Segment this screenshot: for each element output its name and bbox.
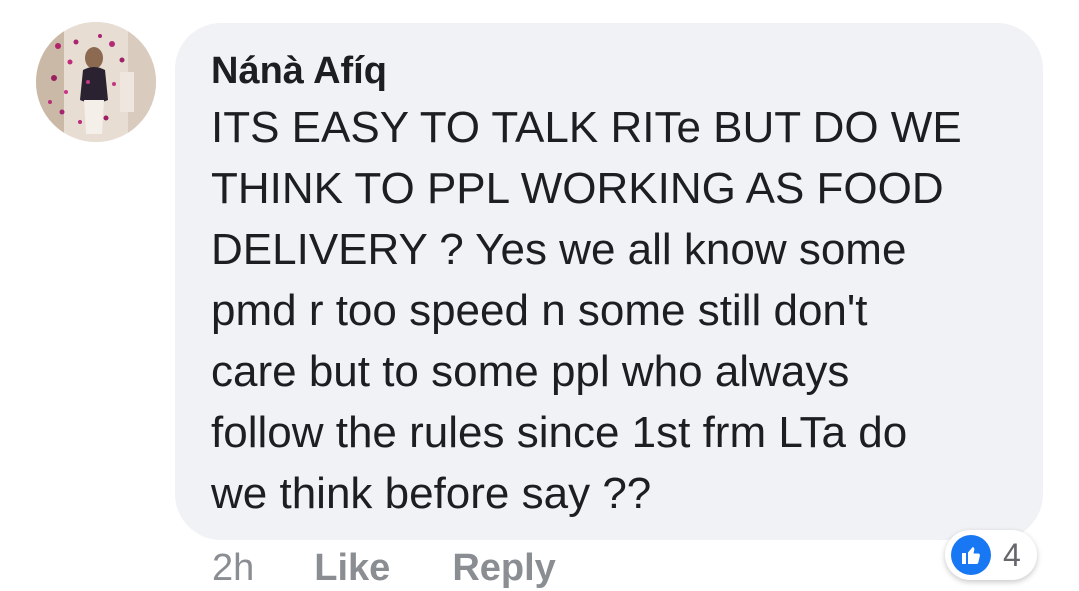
thumbs-up-icon [951,535,991,575]
reaction-summary[interactable]: 4 [945,530,1037,580]
comment-line: DELIVERY ? Yes we all know some [211,225,907,274]
comment-bubble: Nánà Afíq ITS EASY TO TALK RITe BUT DO W… [175,23,1043,540]
comment-line: we think before say ?? [211,469,652,518]
comment-line: care but to some ppl who always [211,347,850,396]
comment-author[interactable]: Nánà Afíq [211,47,1007,95]
comment-timestamp[interactable]: 2h [212,547,254,590]
comment-line: THINK TO PPL WORKING AS FOOD [211,164,944,213]
comment-line: ITS EASY TO TALK RITe BUT DO WE [211,103,962,152]
comment-line: follow the rules since 1st frm LTa do [211,408,908,457]
reaction-count: 4 [1003,536,1021,573]
comment-text: ITS EASY TO TALK RITe BUT DO WE THINK TO… [211,97,1007,524]
like-button[interactable]: Like [314,547,390,590]
comment-actions: 2h Like Reply [212,546,618,591]
reply-button[interactable]: Reply [452,547,555,590]
avatar-image [36,22,156,142]
comment-item: Nánà Afíq ITS EASY TO TALK RITe BUT DO W… [0,0,1079,591]
avatar[interactable] [36,22,156,142]
comment-line: pmd r too speed n some still don't [211,286,868,335]
